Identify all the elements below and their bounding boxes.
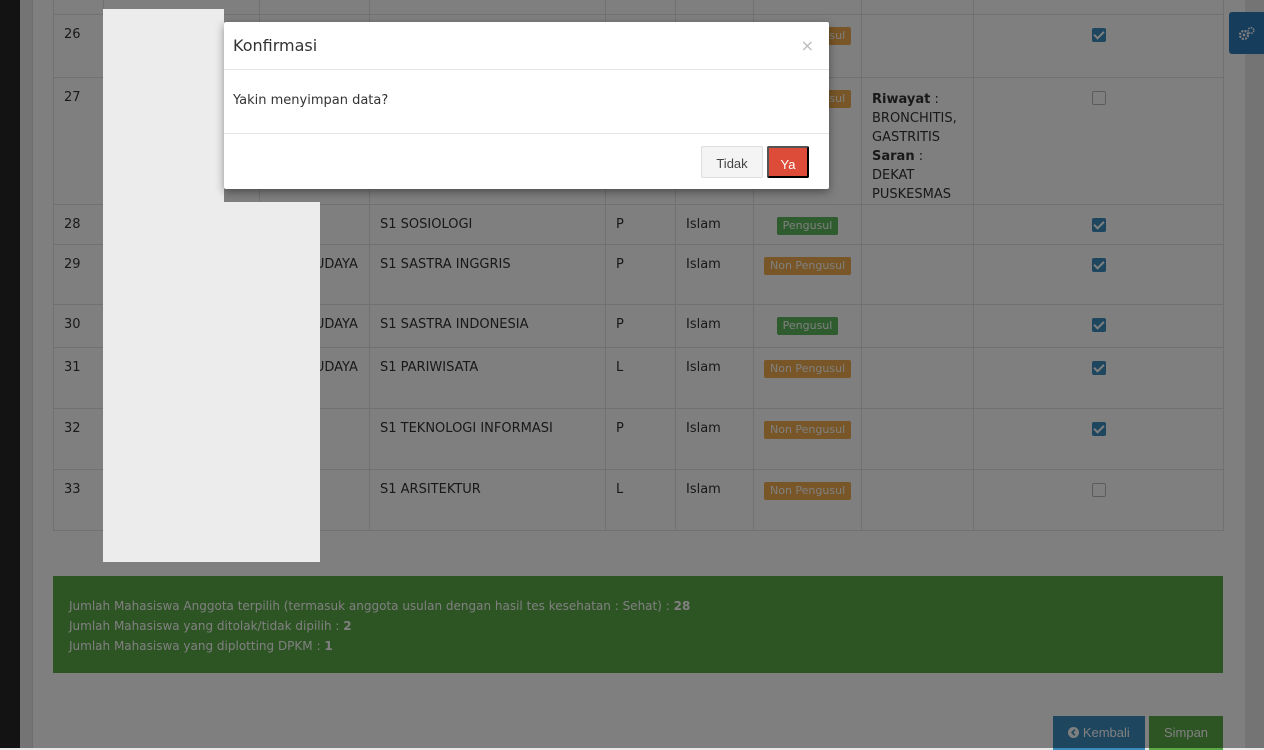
close-icon[interactable]: ×	[801, 36, 814, 55]
confirm-dialog: Konfirmasi × Yakin menyimpan data? Tidak…	[224, 22, 829, 189]
redacted-area	[103, 9, 224, 202]
redacted-area	[103, 202, 320, 562]
dialog-body: Yakin menyimpan data?	[224, 70, 829, 134]
dialog-message: Yakin menyimpan data?	[233, 93, 389, 108]
yes-button[interactable]: Ya	[767, 146, 809, 178]
dialog-title: Konfirmasi	[233, 36, 318, 55]
dialog-header: Konfirmasi ×	[224, 22, 829, 70]
dialog-footer: Tidak Ya	[224, 134, 829, 188]
no-button[interactable]: Tidak	[701, 146, 763, 178]
